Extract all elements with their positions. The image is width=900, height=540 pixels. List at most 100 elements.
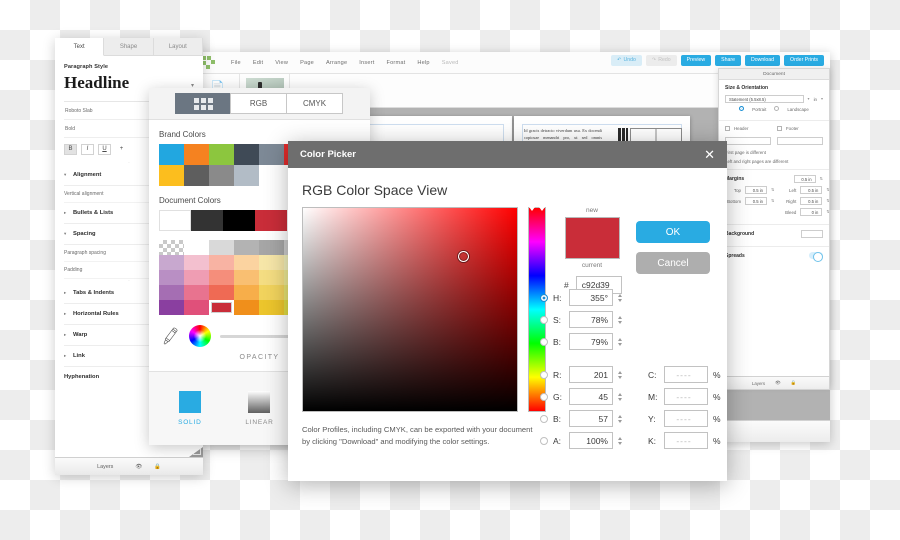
blue-radio[interactable] xyxy=(540,414,548,423)
brightness-stepper[interactable] xyxy=(618,337,622,346)
eyedropper-icon[interactable]: 🖍 xyxy=(160,326,181,346)
grid-swatch[interactable] xyxy=(209,240,234,255)
brand-swatch[interactable] xyxy=(159,144,184,165)
menu-item-help[interactable]: Help xyxy=(411,60,435,66)
grid-swatch[interactable] xyxy=(234,255,259,270)
margin-right-field[interactable]: 0.5 in xyxy=(800,197,823,205)
margin-bottom-field[interactable]: 0.5 in xyxy=(745,197,767,205)
fill-type-linear[interactable]: LINEAR xyxy=(235,391,283,426)
grid-swatch[interactable] xyxy=(184,270,209,285)
brand-swatch[interactable] xyxy=(259,165,284,186)
inspector-layers-label[interactable]: Layers xyxy=(752,381,765,386)
grid-swatch[interactable] xyxy=(234,270,259,285)
brand-swatch[interactable] xyxy=(184,144,209,165)
grid-swatch[interactable] xyxy=(259,255,284,270)
margins-all-spinner[interactable]: ⇅ xyxy=(820,177,823,181)
saturation-input[interactable]: 78% xyxy=(569,311,613,328)
italic-button[interactable]: I xyxy=(81,143,94,155)
color-wheel-icon[interactable] xyxy=(189,325,212,347)
margin-left-spinner[interactable]: ⇅ xyxy=(826,188,829,192)
brand-swatch[interactable] xyxy=(209,144,234,165)
cancel-button[interactable]: Cancel xyxy=(636,252,710,274)
document-swatch-selected[interactable] xyxy=(255,210,287,231)
menu-item-edit[interactable]: Edit xyxy=(247,60,269,66)
margins-all-field[interactable]: 0.5 in xyxy=(793,175,816,183)
field-alpha[interactable]: A: 100% xyxy=(540,432,622,449)
bold-button[interactable]: B xyxy=(64,143,77,155)
margin-bottom-spinner[interactable]: ⇅ xyxy=(771,199,774,203)
eye-slash-icon[interactable]: 👁 xyxy=(135,464,142,470)
grid-swatch[interactable] xyxy=(184,285,209,300)
grid-swatch-selected[interactable] xyxy=(209,300,234,315)
red-input[interactable]: 201 xyxy=(569,366,613,383)
eye-slash-icon[interactable]: 👁 xyxy=(775,380,781,386)
saturation-value-field[interactable] xyxy=(302,207,518,412)
ok-button[interactable]: OK xyxy=(636,221,710,243)
tab-shape[interactable]: Shape xyxy=(104,38,154,56)
grid-swatch[interactable] xyxy=(209,270,234,285)
grid-swatch[interactable] xyxy=(259,300,284,315)
green-stepper[interactable] xyxy=(618,392,622,401)
brightness-input[interactable]: 79% xyxy=(569,333,613,350)
green-radio[interactable] xyxy=(540,392,548,401)
black-input[interactable]: ---- xyxy=(664,432,708,449)
background-color-swatch[interactable] xyxy=(801,230,823,238)
hue-input[interactable]: 355° xyxy=(569,289,613,306)
grid-swatch[interactable] xyxy=(259,270,284,285)
grid-swatch[interactable] xyxy=(184,300,209,315)
document-swatch[interactable] xyxy=(191,210,223,231)
download-button[interactable]: Download xyxy=(744,55,781,67)
grid-swatch[interactable] xyxy=(184,240,209,255)
color-picker-titlebar[interactable]: Color Picker ✕ xyxy=(288,141,727,168)
orientation-portrait-radio[interactable] xyxy=(739,106,745,112)
cyan-input[interactable]: ---- xyxy=(664,366,708,383)
magenta-input[interactable]: ---- xyxy=(664,388,708,405)
lock-icon[interactable]: 🔒 xyxy=(154,464,161,470)
underline-button[interactable]: U xyxy=(98,143,111,155)
hue-radio[interactable] xyxy=(540,293,548,302)
sv-cursor-handle[interactable] xyxy=(458,251,469,262)
margin-right-spinner[interactable]: ⇅ xyxy=(826,199,829,203)
field-black[interactable]: K: ---- % xyxy=(648,432,721,449)
swatches-mode-button[interactable] xyxy=(175,93,231,114)
hue-handle-left[interactable] xyxy=(529,207,535,211)
footer-checkbox[interactable] xyxy=(777,126,782,131)
blue-stepper[interactable] xyxy=(618,414,622,423)
menu-item-insert[interactable]: Insert xyxy=(353,60,380,66)
paragraph-style-value[interactable]: Headline xyxy=(64,74,129,92)
grid-swatch[interactable] xyxy=(234,240,259,255)
brand-swatch[interactable] xyxy=(234,165,259,186)
grid-swatch[interactable] xyxy=(159,270,184,285)
hue-handle-right[interactable] xyxy=(539,207,545,211)
footer-size-field[interactable] xyxy=(777,137,823,145)
margin-left-field[interactable]: 0.5 in xyxy=(800,186,823,194)
header-checkbox[interactable] xyxy=(725,126,730,131)
brand-swatch[interactable] xyxy=(259,144,284,165)
grid-swatch[interactable] xyxy=(234,300,259,315)
field-cyan[interactable]: C: ---- % xyxy=(648,366,721,383)
tab-text[interactable]: Text xyxy=(55,38,105,56)
grid-swatch[interactable] xyxy=(209,255,234,270)
share-button[interactable]: Share xyxy=(715,55,741,67)
first-page-different-label[interactable]: First page is different xyxy=(725,150,823,155)
menu-item-format[interactable]: Format xyxy=(381,60,412,66)
red-radio[interactable] xyxy=(540,370,548,379)
tab-layout[interactable]: Layout xyxy=(153,38,203,56)
field-magenta[interactable]: M: ---- % xyxy=(648,388,721,405)
margin-top-field[interactable]: 0.5 in xyxy=(745,186,767,194)
close-icon[interactable]: ✕ xyxy=(704,148,715,161)
grid-swatch[interactable] xyxy=(159,255,184,270)
field-saturation[interactable]: S: 78% xyxy=(540,311,622,328)
margin-bleed-field[interactable]: 0 in xyxy=(800,208,823,216)
order-prints-button[interactable]: Order Prints xyxy=(784,55,824,67)
header-size-field[interactable] xyxy=(725,137,771,145)
grid-swatch[interactable] xyxy=(209,285,234,300)
margin-top-spinner[interactable]: ⇅ xyxy=(771,188,774,192)
color-preview-swatch[interactable] xyxy=(564,217,620,259)
hue-stepper[interactable] xyxy=(618,293,622,302)
left-layers-label[interactable]: Layers xyxy=(97,464,113,470)
blue-input[interactable]: 57 xyxy=(569,410,613,427)
field-green[interactable]: G: 45 xyxy=(540,388,622,405)
grid-swatch[interactable] xyxy=(234,285,259,300)
panel-resize-handle[interactable] xyxy=(189,447,203,457)
